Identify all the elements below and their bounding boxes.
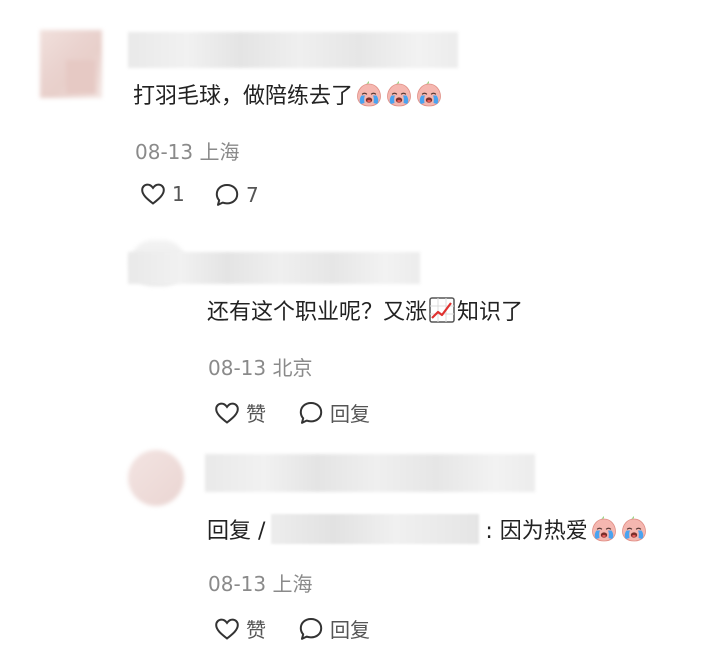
- reply-label: 回复: [330, 618, 370, 642]
- mention-redacted[interactable]: [271, 514, 480, 544]
- reply-button[interactable]: 回复: [298, 398, 370, 427]
- speech-bubble-icon: [298, 400, 324, 426]
- crying-face-emoji: [415, 80, 443, 108]
- comment-text-content: 打羽毛球，做陪练去了: [133, 84, 354, 109]
- like-count: 1: [172, 182, 185, 206]
- reply-meta: 08-13 上海: [208, 568, 312, 597]
- reply-button[interactable]: 回复: [298, 614, 370, 643]
- avatar[interactable]: [128, 450, 184, 506]
- reply-text-before: 还有这个职业呢？又涨: [207, 300, 428, 325]
- reply-text: 回复 / : 因为热爱: [207, 514, 648, 547]
- emoji-group: [353, 81, 443, 109]
- emoji-group: [588, 516, 648, 544]
- username-redacted[interactable]: [128, 252, 420, 284]
- comment-button[interactable]: 7: [214, 182, 259, 208]
- reply-text-content: : 因为热爱: [485, 519, 588, 544]
- reply-meta: 08-13 北京: [208, 352, 312, 381]
- crying-face-emoji: [620, 515, 648, 543]
- like-button[interactable]: 1: [140, 182, 185, 206]
- reply-text: 还有这个职业呢？又涨 知识了: [207, 297, 523, 328]
- avatar[interactable]: [40, 30, 102, 98]
- chart-increasing-emoji: [429, 297, 455, 323]
- crying-face-emoji: [355, 80, 383, 108]
- crying-face-emoji: [590, 515, 618, 543]
- crying-face-emoji: [385, 80, 413, 108]
- reply-count: 7: [246, 183, 259, 207]
- reply-label: 回复: [330, 402, 370, 426]
- username-redacted[interactable]: [128, 32, 458, 68]
- username-redacted[interactable]: [205, 454, 535, 492]
- like-button[interactable]: 赞: [214, 398, 266, 427]
- speech-bubble-icon: [214, 182, 240, 208]
- date-location: 08-13 上海: [208, 572, 313, 596]
- reply-prefix: 回复 /: [207, 519, 266, 544]
- comment-text: 打羽毛球，做陪练去了: [133, 80, 443, 112]
- heart-outline-icon: [214, 401, 240, 425]
- like-label: 赞: [246, 618, 266, 642]
- reply-text-after: 知识了: [457, 300, 524, 325]
- comment-meta: 08-13 上海: [135, 136, 239, 165]
- like-button[interactable]: 赞: [214, 614, 266, 643]
- heart-outline-icon: [214, 617, 240, 641]
- like-label: 赞: [246, 402, 266, 426]
- date-location: 08-13 北京: [208, 356, 313, 380]
- date-location: 08-13 上海: [135, 140, 240, 164]
- speech-bubble-icon: [298, 616, 324, 642]
- heart-outline-icon: [140, 182, 166, 206]
